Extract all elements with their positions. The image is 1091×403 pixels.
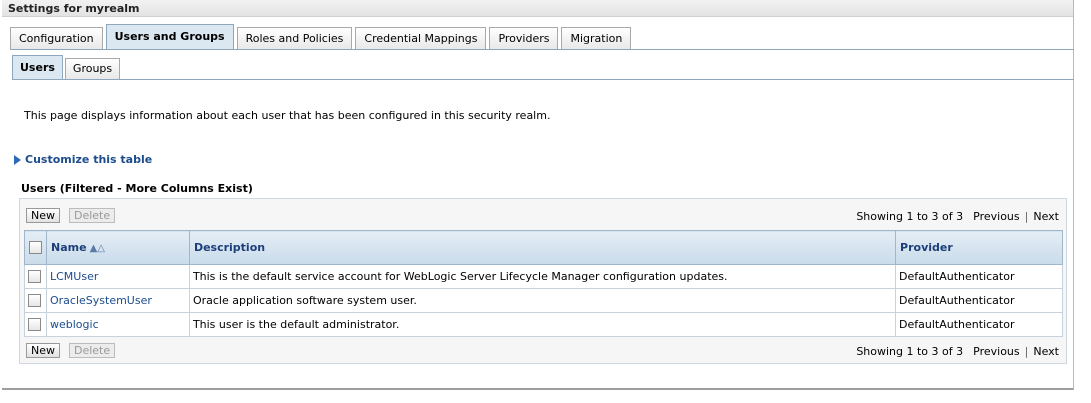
delete-button-bottom[interactable]: Delete xyxy=(69,343,116,358)
customize-table-label: Customize this table xyxy=(25,153,153,166)
user-name-link[interactable]: weblogic xyxy=(50,318,99,331)
table-toolbar-bottom: New Delete xyxy=(26,343,124,358)
column-header-name[interactable]: Name ▲△ xyxy=(46,230,190,265)
table-header-row: Name ▲△ Description Provider xyxy=(24,230,1063,265)
users-table: Name ▲△ Description Provider LCMUser This… xyxy=(24,230,1063,337)
tab-configuration[interactable]: Configuration xyxy=(10,27,103,49)
user-name-link[interactable]: LCMUser xyxy=(50,270,98,283)
subtab-users[interactable]: Users xyxy=(12,55,63,79)
panel-title: Settings for myrealm xyxy=(2,0,1073,17)
tab-migration[interactable]: Migration xyxy=(561,27,632,49)
main-tabs: Configuration Users and Groups Roles and… xyxy=(10,24,634,49)
subtabs-divider xyxy=(12,79,1074,80)
pager-bottom: Showing 1 to 3 of 3 Previous | Next xyxy=(856,345,1059,358)
expand-triangle-icon xyxy=(14,154,21,165)
select-all-cell xyxy=(24,230,47,265)
table-toolbar-top: New Delete xyxy=(26,208,124,223)
customize-table-link[interactable]: Customize this table xyxy=(14,153,152,166)
pager-next[interactable]: Next xyxy=(1033,210,1059,223)
sort-ascending-icon[interactable]: ▲△ xyxy=(90,243,105,254)
page-description: This page displays information about eac… xyxy=(24,109,551,122)
pager-next[interactable]: Next xyxy=(1033,345,1059,358)
column-header-description[interactable]: Description xyxy=(188,230,897,265)
table-row: weblogic This user is the default admini… xyxy=(24,312,1063,337)
user-name-cell: weblogic xyxy=(46,312,190,337)
row-select-cell xyxy=(24,288,47,313)
user-name-cell: LCMUser xyxy=(46,264,190,289)
user-provider-cell: DefaultAuthenticator xyxy=(895,288,1063,313)
tab-roles-and-policies[interactable]: Roles and Policies xyxy=(236,27,353,49)
pager-separator: | xyxy=(1024,210,1029,223)
user-provider-cell: DefaultAuthenticator xyxy=(895,312,1063,337)
row-checkbox[interactable] xyxy=(28,270,41,284)
user-name-link[interactable]: OracleSystemUser xyxy=(50,294,152,307)
user-name-cell: OracleSystemUser xyxy=(46,288,190,313)
column-name-label: Name xyxy=(51,241,87,254)
user-description-cell: Oracle application software system user. xyxy=(188,288,897,313)
pager-showing: Showing 1 to 3 of 3 xyxy=(856,210,964,223)
tab-providers[interactable]: Providers xyxy=(489,27,559,49)
row-select-cell xyxy=(24,264,47,289)
user-description-cell: This is the default service account for … xyxy=(188,264,897,289)
select-all-checkbox[interactable] xyxy=(29,241,42,255)
new-button-bottom[interactable]: New xyxy=(26,343,60,358)
table-row: LCMUser This is the default service acco… xyxy=(24,264,1063,289)
column-header-provider[interactable]: Provider xyxy=(895,230,1063,265)
user-provider-cell: DefaultAuthenticator xyxy=(895,264,1063,289)
settings-panel: Settings for myrealm Configuration Users… xyxy=(2,0,1074,390)
row-checkbox[interactable] xyxy=(28,294,41,308)
users-table-container: New Delete Showing 1 to 3 of 3 Previous … xyxy=(19,198,1067,364)
pager-separator: | xyxy=(1024,345,1029,358)
pager-showing: Showing 1 to 3 of 3 xyxy=(856,345,964,358)
pager-top: Showing 1 to 3 of 3 Previous | Next xyxy=(856,210,1059,223)
pager-previous[interactable]: Previous xyxy=(973,345,1020,358)
user-description-cell: This user is the default administrator. xyxy=(188,312,897,337)
delete-button[interactable]: Delete xyxy=(69,208,116,223)
row-checkbox[interactable] xyxy=(28,318,41,332)
table-caption: Users (Filtered - More Columns Exist) xyxy=(21,182,253,195)
table-row: OracleSystemUser Oracle application soft… xyxy=(24,288,1063,313)
pager-previous[interactable]: Previous xyxy=(973,210,1020,223)
new-button[interactable]: New xyxy=(26,208,60,223)
row-select-cell xyxy=(24,312,47,337)
tab-credential-mappings[interactable]: Credential Mappings xyxy=(355,27,487,49)
tabs-divider xyxy=(10,49,1074,50)
tab-users-and-groups[interactable]: Users and Groups xyxy=(105,24,234,49)
sub-tabs: Users Groups xyxy=(12,55,122,79)
subtab-groups[interactable]: Groups xyxy=(64,58,121,79)
